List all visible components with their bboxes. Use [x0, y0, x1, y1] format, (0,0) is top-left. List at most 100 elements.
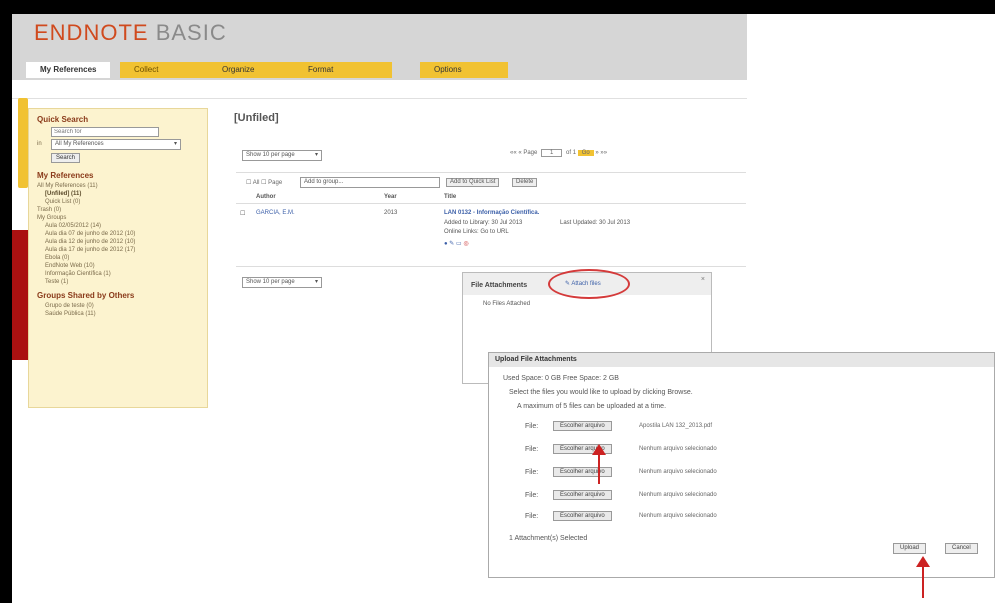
pager-prev[interactable]: «« « Page: [510, 150, 537, 156]
add-to-group-value: Add to group...: [304, 179, 344, 185]
tab-my-references[interactable]: My References: [26, 62, 111, 78]
upload-dialog-title: Upload File Attachments: [489, 353, 994, 367]
search-button[interactable]: Search: [51, 153, 81, 163]
per-page-bottom-value: Show 10 per page: [246, 279, 295, 285]
choose-file-button[interactable]: Escolher arquivo: [553, 421, 612, 431]
sidebar-item[interactable]: Saúde Pública (11): [45, 311, 96, 317]
tab-organize[interactable]: Organize: [208, 62, 306, 78]
row-checkbox[interactable]: ☐: [240, 210, 245, 217]
search-scope-value: All My References: [55, 141, 104, 147]
pager-of: of 1: [566, 150, 577, 156]
close-icon[interactable]: ×: [701, 276, 705, 283]
highlight-circle: [548, 269, 630, 299]
select-all-label: All: [252, 180, 260, 186]
attachments-selected-text: 1 Attachment(s) Selected: [509, 535, 588, 542]
row-online-links[interactable]: Online Links: Go to URL: [444, 229, 509, 235]
row-year: 2013: [384, 210, 398, 216]
sidebar-item[interactable]: Informação Científica (1): [45, 271, 111, 277]
per-page-value: Show 10 per page: [246, 152, 295, 158]
file-label: File:: [525, 492, 539, 499]
sidebar-item[interactable]: Aula dia 17 de junho de 2012 (17): [45, 247, 135, 253]
file-label: File:: [525, 513, 539, 520]
go-button[interactable]: Go: [577, 150, 594, 156]
sidebar-item[interactable]: Quick List (0): [45, 199, 80, 205]
row-title[interactable]: LAN 0132 - Informação Científica.: [444, 210, 539, 216]
sidebar-item[interactable]: Grupo de teste (0): [45, 303, 94, 309]
logo-main: ENDNOTE: [34, 20, 149, 45]
divider: [236, 172, 746, 173]
sidebar-item[interactable]: Teste (1): [45, 279, 68, 285]
sidebar-item[interactable]: Ebola (0): [45, 255, 69, 261]
info-icon[interactable]: ●: [444, 241, 448, 247]
attachment-icon[interactable]: ▭: [456, 241, 462, 247]
chosen-file-name: Nenhum arquivo selecionado: [639, 446, 717, 452]
upload-limit-text: A maximum of 5 files can be uploaded at …: [517, 403, 667, 410]
file-label: File:: [525, 469, 539, 476]
file-label: File:: [525, 446, 539, 453]
quick-search-title: Quick Search: [37, 115, 89, 124]
choose-file-button[interactable]: Escolher arquivo: [553, 511, 612, 521]
red-arrow-annotation: [916, 556, 930, 598]
sidebar-item[interactable]: Aula dia 12 de junho de 2012 (10): [45, 239, 135, 245]
endnote-logo: ENDNOTE BASIC: [34, 20, 227, 46]
chevron-down-icon: ▾: [173, 141, 177, 147]
row-added: Added to Library: 30 Jul 2013: [444, 220, 523, 226]
add-to-quick-list-button[interactable]: Add to Quick List: [446, 178, 500, 187]
page-input[interactable]: 1: [541, 149, 563, 157]
sidebar-item[interactable]: [Unfiled] (11): [45, 191, 81, 197]
add-to-group-select[interactable]: Add to group...: [300, 177, 440, 188]
references-toolbar: ☐ All ☐ Page: [246, 179, 282, 186]
upload-instructions: Select the files you would like to uploa…: [509, 389, 693, 396]
delete-button[interactable]: Delete: [512, 178, 538, 187]
divider: [236, 203, 746, 204]
search-input[interactable]: [51, 127, 159, 137]
find-text-icon[interactable]: ◎: [463, 241, 468, 247]
select-page-checkbox[interactable]: ☐: [261, 180, 266, 186]
edit-icon[interactable]: ✎: [449, 241, 454, 247]
chosen-file-name: Nenhum arquivo selecionado: [639, 492, 717, 498]
side-red-block: [12, 230, 28, 360]
row-author[interactable]: GARCIA, E.M.: [256, 210, 295, 216]
choose-file-button[interactable]: Escolher arquivo: [553, 467, 612, 477]
upload-dialog: Upload File Attachments Used Space: 0 GB…: [488, 352, 995, 578]
frame-left: [0, 0, 12, 603]
sub-navigation-bar: [12, 80, 747, 99]
groups-shared-title: Groups Shared by Others: [37, 291, 135, 300]
space-info: Used Space: 0 GB Free Space: 2 GB: [503, 375, 619, 382]
per-page-select[interactable]: Show 10 per page ▾: [242, 150, 322, 161]
tab-options[interactable]: Options: [420, 62, 508, 78]
tab-collect[interactable]: Collect: [120, 62, 208, 78]
select-all-checkbox[interactable]: ☐: [246, 180, 251, 186]
pagination: «« « Page 1 of 1 Go » »»: [510, 149, 607, 157]
chosen-file-name: Nenhum arquivo selecionado: [639, 513, 717, 519]
divider: [236, 266, 746, 267]
sidebar-item[interactable]: Trash (0): [37, 207, 61, 213]
pager-next[interactable]: » »»: [595, 150, 607, 156]
my-references-title: My References: [37, 171, 94, 180]
column-author[interactable]: Author: [256, 194, 276, 200]
per-page-select-bottom[interactable]: Show 10 per page ▾: [242, 277, 322, 288]
column-title[interactable]: Title: [444, 194, 456, 200]
upload-button[interactable]: Upload: [893, 543, 927, 554]
sidebar-item[interactable]: Aula 02/05/2012 (14): [45, 223, 101, 229]
chosen-file-name: Apostila LAN 132_2013.pdf: [639, 423, 713, 429]
select-page-label: Page: [268, 180, 283, 186]
row-updated: Last Updated: 30 Jul 2013: [560, 220, 631, 226]
sidebar-item[interactable]: Aula dia 07 de junho de 2012 (10): [45, 231, 135, 237]
no-files-text: No Files Attached: [483, 301, 531, 307]
red-arrow-annotation: [592, 444, 606, 484]
quick-search-side-tab[interactable]: [18, 98, 28, 188]
logo-sub: BASIC: [155, 20, 227, 45]
chevron-down-icon: ▾: [314, 279, 318, 285]
file-attachments-title: File Attachments: [471, 282, 528, 289]
search-scope-select[interactable]: All My References ▾: [51, 139, 181, 150]
sidebar-item[interactable]: My Groups: [37, 215, 66, 221]
sidebar-item[interactable]: EndNote Web (10): [45, 263, 95, 269]
sidebar-item[interactable]: All My References (11): [37, 183, 98, 189]
column-year[interactable]: Year: [384, 194, 397, 200]
tab-format[interactable]: Format: [294, 62, 392, 78]
chevron-down-icon: ▾: [314, 152, 318, 158]
cancel-button[interactable]: Cancel: [945, 543, 978, 554]
sidebar: Quick Search in All My References ▾ Sear…: [28, 108, 208, 408]
choose-file-button[interactable]: Escolher arquivo: [553, 490, 612, 500]
